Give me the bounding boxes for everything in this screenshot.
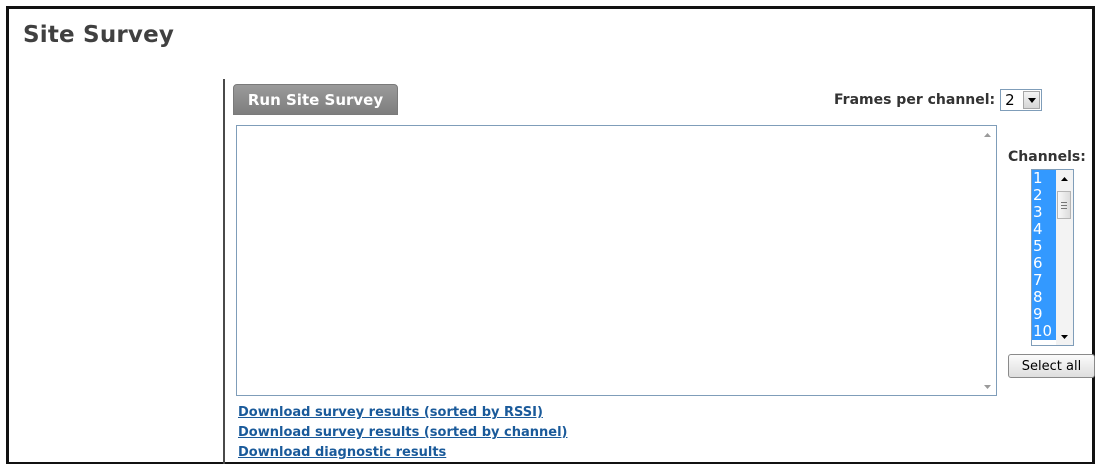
run-site-survey-button[interactable]: Run Site Survey (233, 84, 398, 115)
channel-option[interactable]: 10 (1032, 323, 1056, 340)
channels-scroll-thumb[interactable] (1057, 191, 1071, 219)
channel-option[interactable]: 4 (1032, 221, 1056, 238)
scroll-up-icon[interactable] (979, 126, 996, 143)
survey-panel: Run Site Survey Frames per channel: 2 Ch… (223, 79, 1095, 464)
download-links: Download survey results (sorted by RSSI)… (238, 404, 567, 464)
channels-scrollbar[interactable] (1056, 170, 1073, 345)
site-survey-frame: Site Survey Run Site Survey Frames per c… (6, 6, 1095, 464)
download-rssi-link[interactable]: Download survey results (sorted by RSSI) (238, 404, 567, 422)
download-diagnostic-link[interactable]: Download diagnostic results (238, 444, 567, 462)
frames-per-channel-value: 2 (1005, 91, 1015, 109)
channel-option[interactable]: 5 (1032, 238, 1056, 255)
survey-results-textarea[interactable] (236, 125, 997, 396)
channels-listbox[interactable]: 1 2 3 4 5 6 7 8 9 10 (1031, 169, 1074, 346)
scroll-down-icon[interactable] (979, 378, 996, 395)
channel-option[interactable]: 8 (1032, 289, 1056, 306)
channel-option[interactable]: 3 (1032, 204, 1056, 221)
dropdown-arrow-icon[interactable] (1023, 91, 1041, 109)
channel-option[interactable]: 6 (1032, 255, 1056, 272)
page-title: Site Survey (23, 22, 175, 48)
channels-scroll-up-icon[interactable] (1056, 170, 1073, 187)
channel-option[interactable]: 1 (1032, 170, 1056, 187)
results-scrollbar[interactable] (979, 126, 996, 395)
channel-option[interactable]: 7 (1032, 272, 1056, 289)
channels-items: 1 2 3 4 5 6 7 8 9 10 (1032, 170, 1056, 340)
frames-per-channel-control: Frames per channel: 2 (834, 89, 1043, 111)
channel-option[interactable]: 2 (1032, 187, 1056, 204)
select-all-button[interactable]: Select all (1008, 354, 1095, 378)
frames-per-channel-select[interactable]: 2 (1000, 89, 1043, 111)
frames-per-channel-label: Frames per channel: (834, 92, 996, 108)
channels-label: Channels: (1008, 149, 1086, 165)
download-channel-link[interactable]: Download survey results (sorted by chann… (238, 424, 567, 442)
channels-scroll-down-icon[interactable] (1056, 328, 1073, 345)
channel-option[interactable]: 9 (1032, 306, 1056, 323)
